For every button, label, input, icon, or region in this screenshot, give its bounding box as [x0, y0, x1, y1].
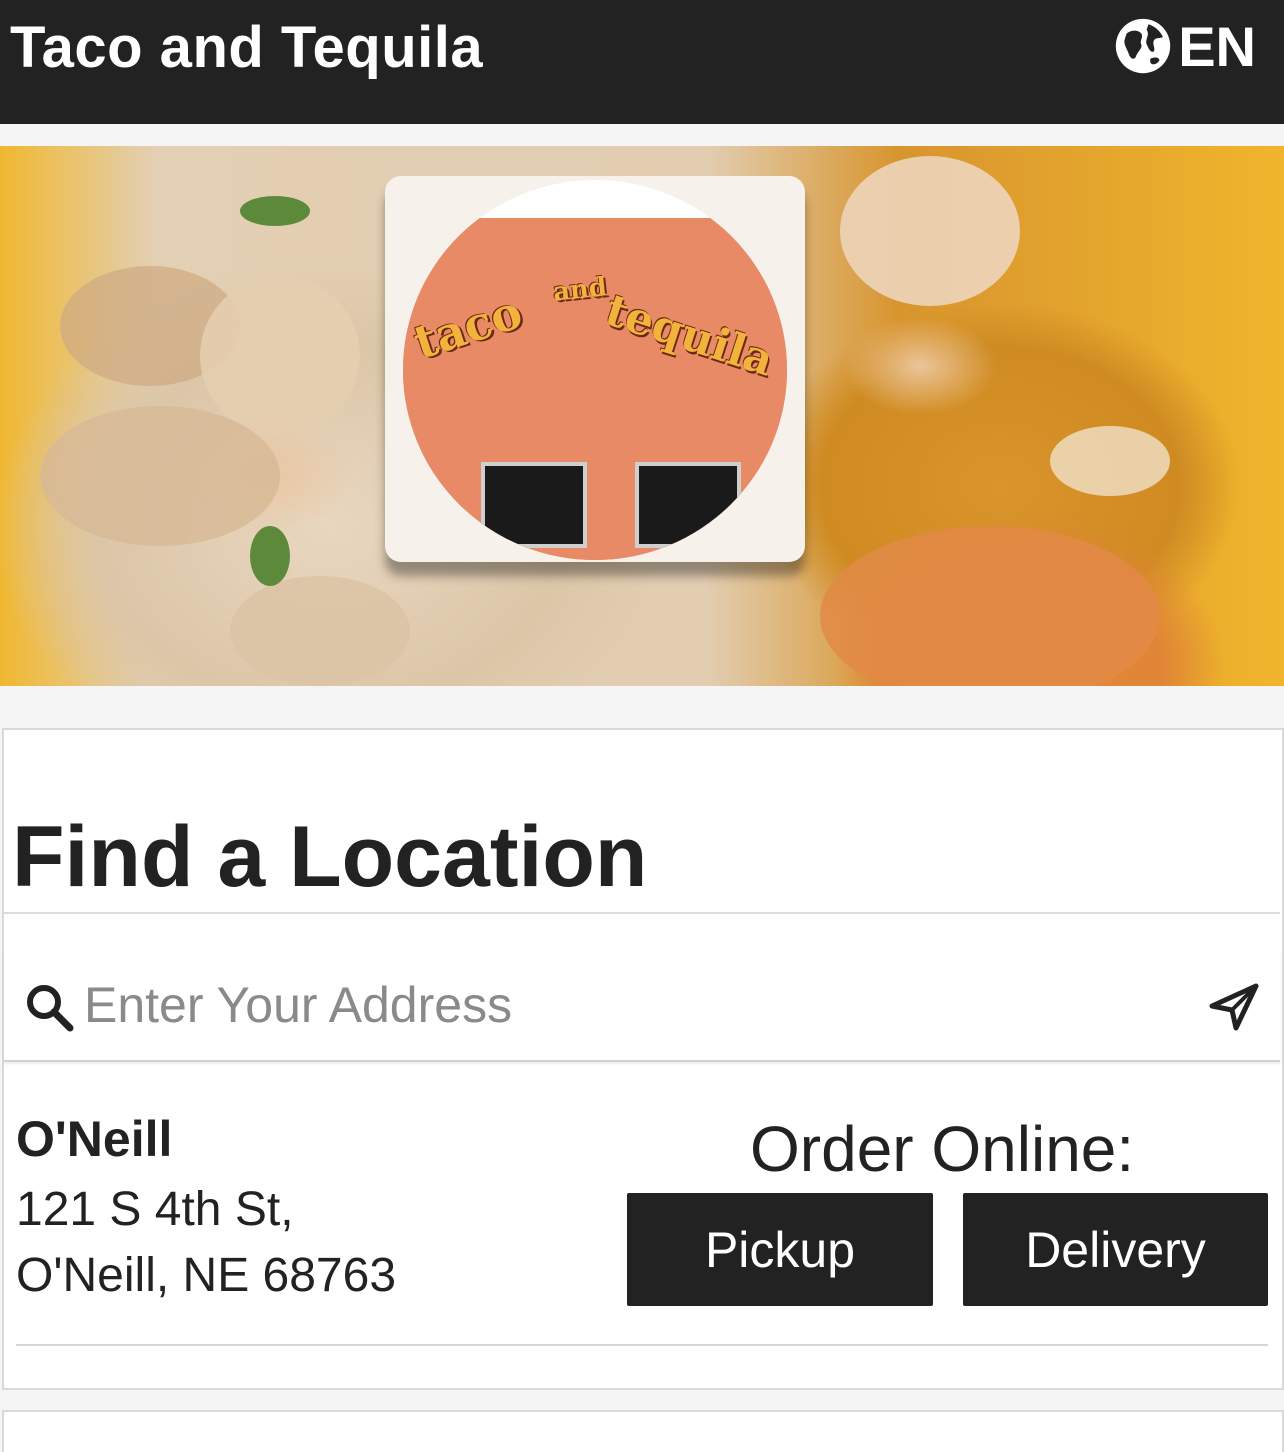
- site-title[interactable]: Taco and Tequila: [10, 14, 483, 81]
- globe-icon: [1116, 18, 1171, 74]
- pickup-button[interactable]: Pickup: [627, 1193, 933, 1306]
- delivery-button[interactable]: Delivery: [963, 1193, 1268, 1306]
- location-arrow-icon[interactable]: [1208, 980, 1260, 1032]
- logo-window-left: [481, 462, 587, 548]
- location-address-line2: O'Neill, NE 68763: [16, 1249, 397, 1302]
- food-pepper: [240, 196, 310, 226]
- logo-photo: taco and tequila: [403, 180, 787, 560]
- location-address-line1: 121 S 4th St,: [16, 1183, 294, 1236]
- address-search-input[interactable]: [82, 972, 1186, 1038]
- location-name: O'Neill: [16, 1111, 173, 1167]
- food-shrimp: [200, 276, 360, 436]
- order-online-label: Order Online:: [750, 1113, 1135, 1185]
- divider: [16, 1344, 1268, 1346]
- divider: [4, 912, 1280, 914]
- food-beans: [1050, 426, 1170, 496]
- food-shrimp: [840, 156, 1020, 306]
- food-pepper: [250, 526, 290, 586]
- next-section-card: [2, 1410, 1284, 1452]
- restaurant-logo: taco and tequila: [385, 176, 805, 562]
- page-title: Find a Location: [12, 809, 648, 905]
- address-search-bar: [4, 950, 1280, 1062]
- food-chicken: [40, 406, 280, 546]
- food-shrimp: [230, 576, 410, 686]
- search-icon: [27, 985, 74, 1032]
- logo-window-right: [635, 462, 741, 548]
- language-selector[interactable]: EN: [1114, 14, 1256, 78]
- logo-word-and: and: [551, 272, 609, 308]
- food-rice: [820, 526, 1160, 686]
- language-label: EN: [1178, 14, 1256, 78]
- top-bar: Taco and Tequila EN: [0, 0, 1284, 124]
